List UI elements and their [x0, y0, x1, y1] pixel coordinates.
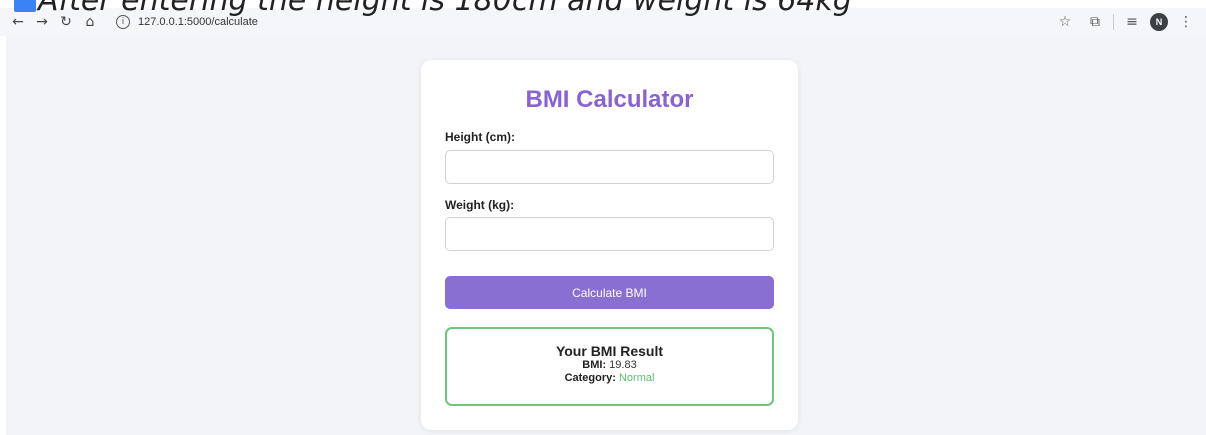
bmi-result-box: Your BMI Result BMI: 19.83 Category: Nor… [445, 327, 774, 406]
category-label: Category: [564, 372, 616, 384]
toolbar-divider [1113, 14, 1114, 30]
bmi-label: BMI: [582, 359, 607, 371]
category-value: Normal [618, 372, 655, 384]
weight-input[interactable] [445, 217, 774, 251]
bmi-card: BMI Calculator Height (cm): Weight (kg):… [421, 60, 798, 430]
page-title: BMI Calculator [525, 86, 694, 113]
result-title: Your BMI Result [555, 343, 664, 359]
bmi-value: 19.83 [609, 359, 637, 371]
caption-text: After entering the height is 180cm and w… [0, 0, 1206, 16]
url-text[interactable]: 127.0.0.1:5000/calculate [138, 16, 258, 28]
category-line: Category: Normal [447, 372, 772, 385]
height-input[interactable] [445, 150, 774, 184]
caption-marker [14, 0, 36, 12]
caption-label: After entering the height is 180cm and w… [38, 0, 852, 16]
height-label: Height (cm): [445, 130, 515, 144]
calculate-bmi-button[interactable]: Calculate BMI [445, 276, 774, 309]
bmi-line: BMI: 19.83 [447, 359, 772, 372]
info-icon[interactable]: i [116, 15, 130, 29]
page-content: BMI Calculator Height (cm): Weight (kg):… [6, 36, 1206, 435]
weight-label: Weight (kg): [445, 198, 515, 212]
